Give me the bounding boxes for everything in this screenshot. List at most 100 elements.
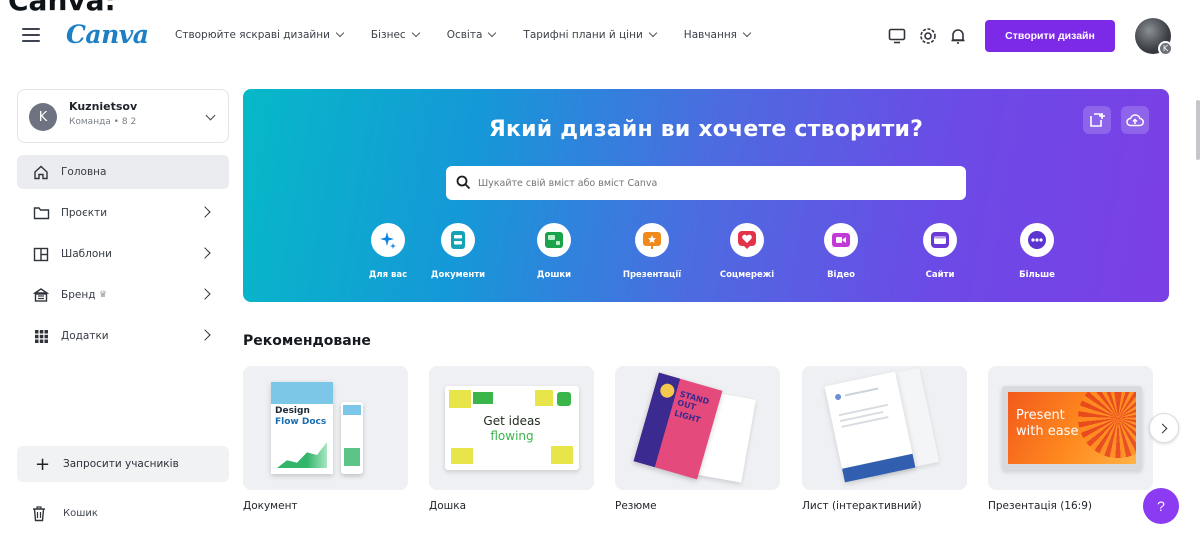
settings-gear-icon[interactable] xyxy=(918,26,938,46)
category-label: Відео xyxy=(827,270,855,280)
category-websites[interactable]: Сайти xyxy=(895,223,985,280)
nav-item-learn[interactable]: Навчання xyxy=(683,28,752,41)
sparkle-icon xyxy=(371,223,405,257)
invite-members-button[interactable]: + Запросити учасників xyxy=(17,446,229,482)
thumb-subtitle: Flow Docs xyxy=(275,417,327,427)
top-header: Canva Створюйте яскраві дизайни Бізнес О… xyxy=(0,14,1201,64)
hero-banner: Який дизайн ви хочете створити? Для вас … xyxy=(243,89,1169,302)
chevron-down-icon xyxy=(488,28,497,38)
nav-item-pricing[interactable]: Тарифні плани й ціни xyxy=(523,28,658,41)
recommended-card-presentation[interactable]: Present with ease xyxy=(988,366,1153,490)
nav-item-label: Створюйте яскраві дизайни xyxy=(175,29,330,41)
category-whiteboards[interactable]: Дошки xyxy=(509,223,599,280)
category-video[interactable]: Відео xyxy=(796,223,886,280)
search-icon xyxy=(456,175,471,194)
crown-icon: ♛ xyxy=(99,290,108,300)
apps-grid-icon xyxy=(32,328,50,344)
sidebar-item-brand[interactable]: Бренд ♛ xyxy=(17,278,229,312)
card-label-resume: Резюме xyxy=(615,500,657,512)
card-label-letter: Лист (інтерактивний) xyxy=(802,500,922,512)
recommended-card-whiteboard[interactable]: Get ideas flowing xyxy=(429,366,594,490)
heart-icon xyxy=(730,223,764,257)
thumb-title: Present xyxy=(1016,408,1065,423)
category-presentations[interactable]: Презентації xyxy=(607,223,697,280)
recommended-card-document[interactable]: Design Flow Docs xyxy=(243,366,408,490)
website-icon xyxy=(923,223,957,257)
sidebar-item-projects[interactable]: Проєкти xyxy=(17,196,229,230)
chevron-down-icon xyxy=(411,28,420,38)
team-switcher[interactable]: K Kuznietsov Команда • 8 2 xyxy=(17,89,229,143)
team-avatar: K xyxy=(29,103,57,131)
card-label-document: Документ xyxy=(243,500,298,512)
create-design-button[interactable]: Створити дизайн xyxy=(985,20,1115,52)
folder-icon xyxy=(32,205,50,221)
card-label-whiteboard: Дошка xyxy=(429,500,467,512)
notifications-bell-icon[interactable] xyxy=(948,26,968,46)
thumb-title: Get ideas xyxy=(483,414,541,428)
chevron-down-icon xyxy=(205,110,216,121)
category-documents[interactable]: Документи xyxy=(413,223,503,280)
nav-item-education[interactable]: Освіта xyxy=(447,28,497,41)
cloud-upload-icon xyxy=(1126,114,1144,127)
sidebar-item-home[interactable]: Головна xyxy=(17,155,229,189)
thumb-subtitle: flowing xyxy=(490,429,534,443)
category-label: Соцмережі xyxy=(719,270,775,280)
home-icon xyxy=(32,164,50,180)
nav-item-label: Тарифні плани й ціни xyxy=(523,29,643,41)
category-label: Документи xyxy=(430,270,486,280)
chevron-down-icon xyxy=(335,28,345,38)
desktop-app-icon[interactable] xyxy=(887,26,907,46)
search-bar[interactable] xyxy=(446,166,966,200)
sidebar-item-apps[interactable]: Додатки xyxy=(17,319,229,353)
video-icon xyxy=(824,223,858,257)
nav-item-label: Навчання xyxy=(683,29,737,41)
invite-label: Запросити учасників xyxy=(63,458,179,470)
upload-button[interactable] xyxy=(1121,106,1149,134)
nav-item-designs[interactable]: Створюйте яскраві дизайни xyxy=(175,28,345,41)
help-button[interactable]: ? xyxy=(1143,488,1179,524)
presentation-icon xyxy=(635,223,669,257)
category-more[interactable]: Більше xyxy=(992,223,1082,280)
card-label-presentation: Презентація (16:9) xyxy=(988,500,1092,512)
chevron-down-icon xyxy=(742,28,752,38)
whiteboard-thumbnail: Get ideas flowing xyxy=(445,386,579,470)
banner-title: Який дизайн ви хочете створити? xyxy=(488,117,924,142)
user-avatar[interactable]: K xyxy=(1135,18,1173,56)
custom-size-button[interactable] xyxy=(1083,106,1111,134)
sidebar-item-label: Додатки xyxy=(61,330,109,342)
category-label: Презентації xyxy=(622,270,682,280)
recommended-card-letter[interactable] xyxy=(802,366,967,490)
chevron-right-icon xyxy=(199,288,211,300)
document-icon xyxy=(441,223,475,257)
custom-size-icon xyxy=(1090,113,1105,127)
thumb-title: Design xyxy=(275,406,310,416)
chevron-right-icon xyxy=(199,206,211,218)
canva-logo[interactable]: Canva xyxy=(66,20,149,49)
search-input[interactable] xyxy=(478,173,948,193)
carousel-next-button[interactable] xyxy=(1149,413,1179,443)
recommended-card-resume[interactable]: STAND OUT LIGHT xyxy=(615,366,780,490)
document-thumbnail: Design Flow Docs xyxy=(271,382,333,474)
whiteboard-icon xyxy=(537,223,571,257)
team-name: Kuznietsov xyxy=(69,100,138,113)
hamburger-menu-icon[interactable] xyxy=(22,28,40,42)
presentation-thumbnail: Present with ease xyxy=(1002,386,1142,470)
team-badge: K xyxy=(1158,41,1173,56)
sidebar-item-trash[interactable]: Кошик xyxy=(17,498,229,530)
sidebar-item-label: Головна xyxy=(61,166,107,178)
recommended-title: Рекомендоване xyxy=(243,333,371,349)
chevron-right-icon xyxy=(199,247,211,259)
category-label: Сайти xyxy=(925,270,955,280)
sidebar-item-label: Проєкти xyxy=(61,207,108,219)
trash-label: Кошик xyxy=(63,508,98,519)
chevron-down-icon xyxy=(648,28,658,38)
nav-item-business[interactable]: Бізнес xyxy=(371,28,420,41)
brand-icon xyxy=(32,287,50,303)
templates-icon xyxy=(32,246,50,262)
sidebar-item-templates[interactable]: Шаблони xyxy=(17,237,229,271)
cropped-heading-text: Canva: xyxy=(8,0,116,14)
page-scrollbar[interactable] xyxy=(1196,100,1200,160)
sidebar-item-label: Бренд xyxy=(61,289,96,301)
category-social-media[interactable]: Соцмережі xyxy=(702,223,792,280)
main-nav: Створюйте яскраві дизайни Бізнес Освіта … xyxy=(175,28,778,41)
